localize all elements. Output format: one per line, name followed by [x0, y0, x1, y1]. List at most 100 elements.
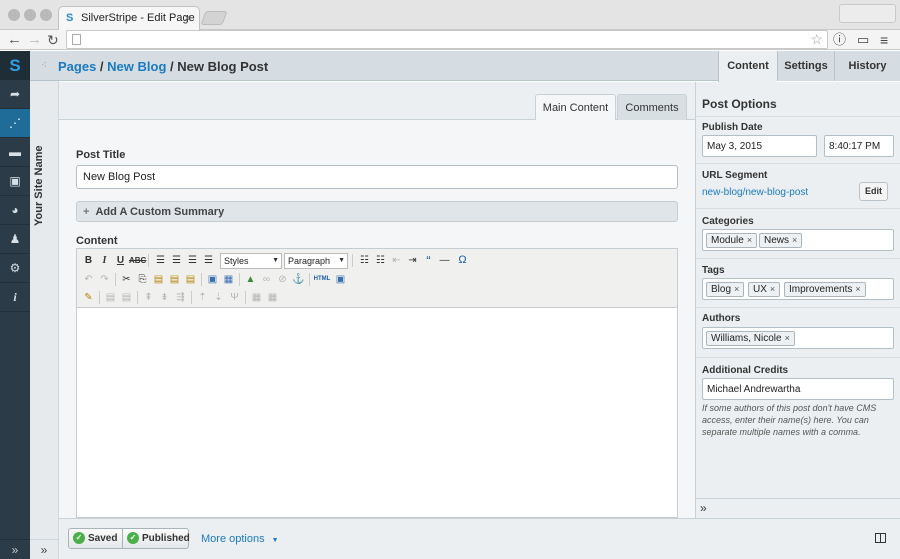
html-source-icon[interactable]: HTML — [313, 272, 331, 287]
profile-button[interactable] — [839, 4, 896, 23]
blockquote-icon[interactable]: “ — [421, 253, 436, 268]
tab-main-content[interactable]: Main Content — [535, 94, 616, 122]
additional-credits-input[interactable]: Michael Andrewartha — [702, 378, 894, 400]
breadcrumb-new-blog[interactable]: New Blog — [107, 59, 166, 74]
bookmark-star-icon[interactable]: ☆ — [810, 31, 823, 48]
cast-icon[interactable]: ▭ — [857, 31, 869, 49]
unlink-icon[interactable]: ⊘ — [275, 272, 290, 287]
align-right-icon[interactable]: ☰ — [185, 253, 200, 268]
format-select[interactable]: Paragraph ▼ — [284, 253, 348, 269]
table-cell-props-icon[interactable]: ▤ — [119, 290, 134, 305]
split-cells-icon[interactable]: ▦ — [249, 290, 264, 305]
address-bar-input[interactable]: ☆ — [66, 30, 828, 49]
browser-tab[interactable]: S SilverStripe - Edit Page × — [58, 6, 200, 30]
published-button[interactable]: ✓ Published — [122, 528, 190, 549]
insert-image-icon[interactable]: ▲ — [243, 272, 258, 287]
styles-select[interactable]: Styles ▼ — [220, 253, 282, 269]
saved-button[interactable]: ✓ Saved — [68, 528, 123, 549]
more-options-button[interactable]: More options ▼ — [201, 533, 279, 545]
insert-link-icon[interactable]: ∞ — [259, 272, 274, 287]
special-char-icon[interactable]: Ω — [455, 253, 470, 268]
info-icon[interactable]: ⓘ — [833, 31, 846, 49]
post-title-input[interactable]: New Blog Post — [76, 165, 678, 189]
table-icon[interactable]: ▦ — [221, 272, 236, 287]
remove-icon[interactable]: × — [734, 284, 739, 294]
edit-table-icon[interactable]: ✎ — [81, 290, 96, 305]
outdent-icon[interactable]: ⇤ — [389, 253, 404, 268]
merge-cells-icon[interactable]: ▦ — [265, 290, 280, 305]
tab-comments[interactable]: Comments — [617, 94, 687, 121]
reload-icon[interactable]: ↻ — [47, 31, 59, 49]
preview-layout-icon[interactable] — [875, 533, 886, 543]
strikethrough-icon[interactable]: ABC — [129, 253, 146, 268]
menu-collapse-button[interactable]: » — [0, 539, 30, 559]
silverstripe-logo-icon[interactable]: S — [0, 51, 30, 80]
new-tab-button[interactable] — [200, 11, 228, 25]
col-after-icon[interactable]: ⇣ — [211, 290, 226, 305]
security-icon[interactable]: ♟ — [0, 225, 30, 254]
paste-icon[interactable]: ▤ — [151, 272, 166, 287]
logout-icon[interactable]: ➦ — [0, 80, 30, 109]
forward-arrow-icon[interactable]: → — [27, 31, 42, 49]
undo-icon[interactable]: ↶ — [81, 272, 96, 287]
url-segment-link[interactable]: new-blog/new-blog-post — [702, 187, 808, 198]
menu-icon[interactable]: ≡ — [880, 31, 888, 49]
horizontal-rule-icon[interactable]: — — [437, 253, 452, 268]
fullscreen-icon[interactable]: ▣ — [333, 272, 348, 287]
remove-icon[interactable]: × — [792, 235, 797, 245]
underline-icon[interactable]: U — [113, 253, 128, 268]
editor-content-area[interactable] — [77, 309, 677, 517]
row-after-icon[interactable]: ⇟ — [157, 290, 172, 305]
paste-text-icon[interactable]: ▤ — [167, 272, 182, 287]
reports-icon[interactable]: ◕ — [0, 196, 30, 225]
publish-date-input[interactable]: May 3, 2015 — [702, 135, 817, 157]
tab-settings[interactable]: Settings — [777, 51, 834, 81]
help-icon[interactable]: i — [0, 283, 30, 312]
table-row-props-icon[interactable]: ▤ — [103, 290, 118, 305]
italic-icon[interactable]: I — [97, 253, 112, 268]
remove-icon[interactable]: × — [770, 284, 775, 294]
numbered-list-icon[interactable]: ☷ — [373, 253, 388, 268]
files-icon[interactable]: ▣ — [0, 167, 30, 196]
delete-row-icon[interactable]: ⇶ — [173, 290, 188, 305]
delete-col-icon[interactable]: Ψ — [227, 290, 242, 305]
bullet-list-icon[interactable]: ☷ — [357, 253, 372, 268]
sidebar-expand-button[interactable]: » — [696, 498, 900, 518]
indent-icon[interactable]: ⇥ — [405, 253, 420, 268]
redo-icon[interactable]: ↷ — [97, 272, 112, 287]
site-tree-icon[interactable]: ⋰ — [0, 109, 30, 138]
tags-field[interactable]: Blog × UX × Improvements × — [702, 278, 894, 300]
remove-icon[interactable]: × — [747, 235, 752, 245]
back-arrow-icon[interactable]: ← — [7, 31, 22, 49]
minimize-window-button[interactable] — [24, 9, 36, 21]
select-all-icon[interactable]: ▣ — [205, 272, 220, 287]
close-tab-icon[interactable]: × — [184, 11, 191, 25]
categories-field[interactable]: Module × News × — [702, 229, 894, 251]
maximize-window-button[interactable] — [40, 9, 52, 21]
col-before-icon[interactable]: ⇡ — [195, 290, 210, 305]
panel-expand-button[interactable]: » — [30, 539, 58, 559]
close-window-button[interactable] — [8, 9, 20, 21]
comments-icon[interactable]: ▬ — [0, 138, 30, 167]
authors-field[interactable]: Williams, Nicole × — [702, 327, 894, 349]
toolbar-separator — [201, 273, 202, 286]
publish-time-input[interactable]: 8:40:17 PM — [824, 135, 894, 157]
anchor-icon[interactable]: ⚓ — [291, 272, 306, 287]
bold-icon[interactable]: B — [81, 253, 96, 268]
tab-history[interactable]: History — [834, 51, 900, 81]
align-left-icon[interactable]: ☰ — [153, 253, 168, 268]
toolbar-separator — [245, 291, 246, 304]
settings-icon[interactable]: ⚙ — [0, 254, 30, 283]
remove-icon[interactable]: × — [855, 284, 860, 294]
align-justify-icon[interactable]: ☰ — [201, 253, 216, 268]
row-before-icon[interactable]: ⇞ — [141, 290, 156, 305]
copy-icon[interactable]: ⎘ — [135, 272, 150, 287]
remove-icon[interactable]: × — [785, 333, 790, 343]
breadcrumb-pages[interactable]: Pages — [58, 59, 96, 74]
edit-url-button[interactable]: Edit — [859, 182, 888, 201]
cut-icon[interactable]: ✂ — [119, 272, 134, 287]
tab-content[interactable]: Content — [718, 51, 777, 82]
align-center-icon[interactable]: ☰ — [169, 253, 184, 268]
custom-summary-toggle[interactable]: + Add A Custom Summary — [76, 201, 678, 222]
paste-word-icon[interactable]: ▤ — [183, 272, 198, 287]
